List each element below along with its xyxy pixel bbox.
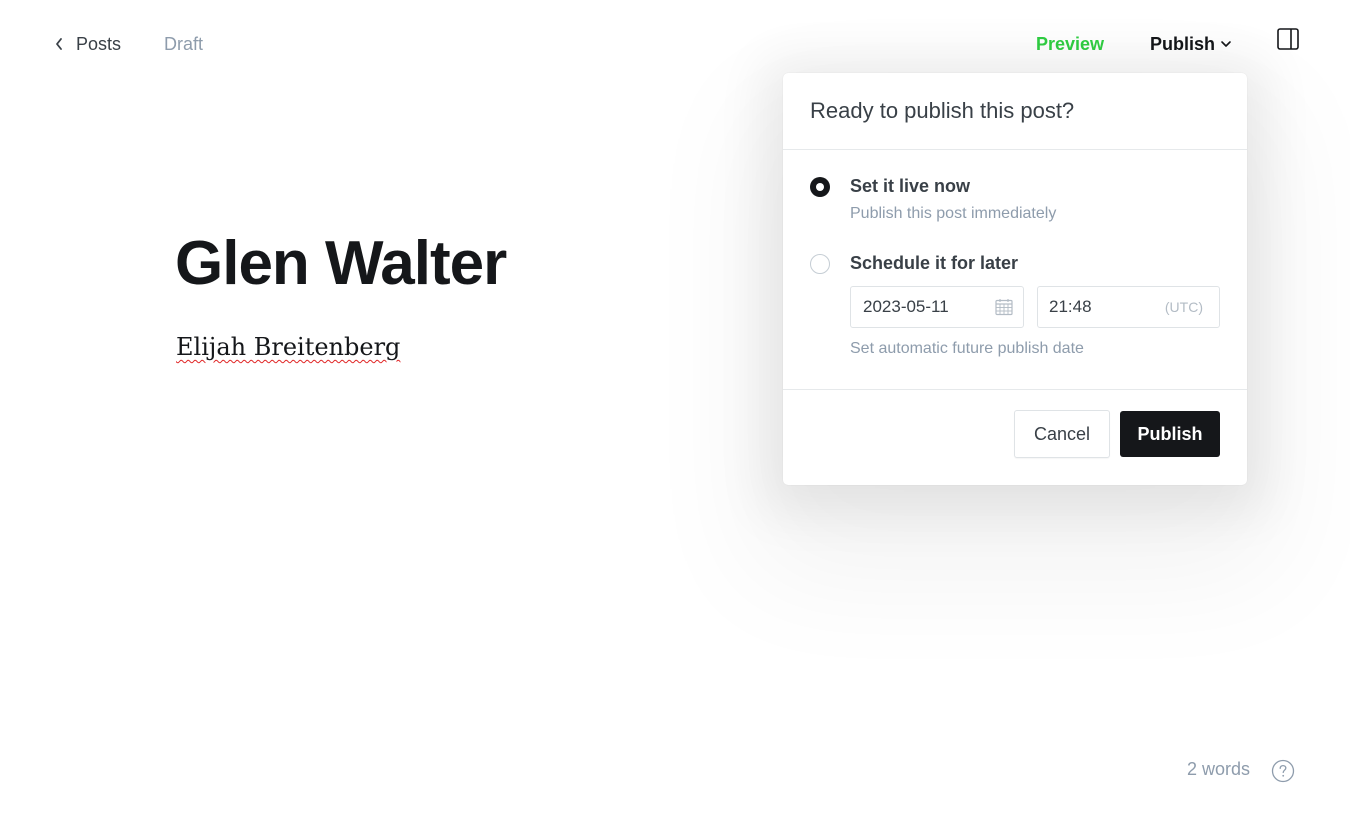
post-title[interactable]: Glen Walter — [175, 228, 507, 299]
option-now-label: Set it live now — [850, 176, 971, 196]
post-editor: Posts Draft Preview Publish Glen Walter … — [0, 0, 1350, 834]
back-link-label: Posts — [76, 33, 122, 54]
post-body-text: Elijah Breitenberg — [176, 333, 401, 361]
schedule-hint: Set automatic future publish date — [850, 340, 1084, 357]
divider — [783, 389, 1247, 390]
publish-popover-heading: Ready to publish this post? — [783, 73, 1247, 150]
schedule-time-input[interactable]: 21:48 (UTC) — [1037, 286, 1220, 328]
publish-popover: Ready to publish this post? Set it live … — [783, 73, 1247, 485]
schedule-date-input[interactable]: 2023-05-11 — [850, 286, 1024, 328]
word-count: 2 words — [1187, 759, 1251, 779]
option-later-label: Schedule it for later — [850, 253, 1019, 273]
help-icon[interactable] — [1271, 759, 1295, 783]
chevron-left-icon — [56, 38, 62, 50]
chevron-down-icon — [1221, 41, 1231, 47]
option-now-description: Publish this post immediately — [850, 205, 1057, 222]
publish-menu-toggle[interactable]: Publish — [1150, 31, 1232, 57]
publish-menu-label: Publish — [1150, 33, 1216, 54]
preview-button[interactable]: Preview — [1036, 31, 1104, 57]
timezone-label: (UTC) — [1164, 299, 1203, 315]
post-status: Draft — [164, 33, 204, 54]
schedule-time-value: 21:48 — [1049, 297, 1092, 316]
radio-set-live-now[interactable] — [810, 177, 830, 197]
back-to-posts-link[interactable]: Posts — [54, 31, 121, 57]
calendar-icon[interactable] — [995, 298, 1013, 316]
schedule-date-value: 2023-05-11 — [863, 297, 949, 316]
publish-button[interactable]: Publish — [1120, 411, 1220, 457]
sidebar-toggle-icon[interactable] — [1277, 28, 1299, 50]
radio-schedule-later[interactable] — [810, 254, 830, 274]
post-body[interactable]: Elijah Breitenberg — [176, 333, 400, 361]
cancel-button[interactable]: Cancel — [1014, 410, 1110, 458]
